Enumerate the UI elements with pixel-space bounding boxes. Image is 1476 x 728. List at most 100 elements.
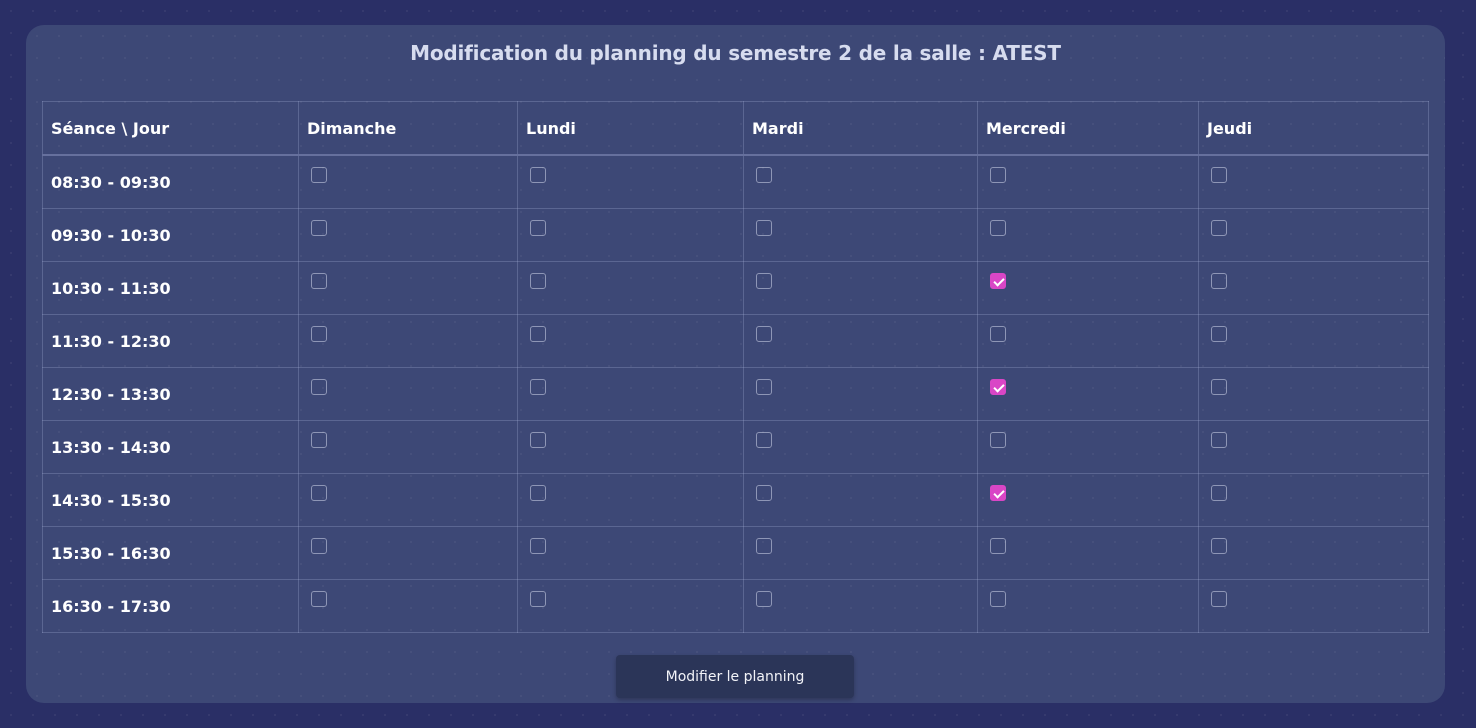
- slot-cell-lundi: [517, 261, 744, 315]
- session-time-label: 14:30 - 15:30: [42, 473, 299, 527]
- slot-checkbox[interactable]: [311, 167, 327, 183]
- slot-cell-mardi: [743, 367, 978, 421]
- slot-checkbox[interactable]: [756, 591, 772, 607]
- slot-checkbox[interactable]: [1211, 591, 1227, 607]
- session-time-label: 15:30 - 16:30: [42, 526, 299, 580]
- slot-checkbox[interactable]: [311, 379, 327, 395]
- slot-checkbox[interactable]: [756, 167, 772, 183]
- slot-cell-mercredi: [977, 261, 1199, 315]
- slot-checkbox[interactable]: [311, 273, 327, 289]
- slot-cell-dimanche: [298, 154, 518, 209]
- slot-cell-lundi: [517, 420, 744, 474]
- slot-checkbox[interactable]: [1211, 432, 1227, 448]
- slot-checkbox[interactable]: [990, 538, 1006, 554]
- slot-checkbox[interactable]: [1211, 167, 1227, 183]
- table-row: 12:30 - 13:30: [42, 367, 1429, 421]
- slot-cell-mardi: [743, 579, 978, 633]
- slot-cell-dimanche: [298, 420, 518, 474]
- modify-planning-button[interactable]: Modifier le planning: [616, 655, 854, 698]
- table-row: 08:30 - 09:30: [42, 154, 1429, 209]
- slot-checkbox[interactable]: [990, 220, 1006, 236]
- slot-cell-jeudi: [1198, 314, 1429, 368]
- slot-cell-mardi: [743, 314, 978, 368]
- session-time-label: 12:30 - 13:30: [42, 367, 299, 421]
- slot-checkbox[interactable]: [1211, 326, 1227, 342]
- planning-card: Modification du planning du semestre 2 d…: [26, 25, 1445, 703]
- slot-cell-mardi: [743, 154, 978, 209]
- session-time-label: 08:30 - 09:30: [42, 154, 299, 209]
- session-time-label: 16:30 - 17:30: [42, 579, 299, 633]
- slot-checkbox[interactable]: [530, 485, 546, 501]
- slot-checkbox[interactable]: [756, 432, 772, 448]
- slot-checkbox[interactable]: [311, 538, 327, 554]
- slot-cell-dimanche: [298, 208, 518, 262]
- slot-checkbox[interactable]: [311, 485, 327, 501]
- table-row: 11:30 - 12:30: [42, 314, 1429, 368]
- slot-checkbox[interactable]: [990, 379, 1006, 395]
- planning-table: Séance \ Jour Dimanche Lundi Mardi Mercr…: [42, 101, 1429, 633]
- slot-cell-mercredi: [977, 420, 1199, 474]
- slot-cell-dimanche: [298, 526, 518, 580]
- slot-checkbox[interactable]: [756, 220, 772, 236]
- page-title: Modification du planning du semestre 2 d…: [410, 41, 1061, 65]
- slot-checkbox[interactable]: [311, 220, 327, 236]
- slot-cell-dimanche: [298, 261, 518, 315]
- day-header-mercredi: Mercredi: [977, 101, 1199, 156]
- slot-cell-lundi: [517, 367, 744, 421]
- slot-cell-jeudi: [1198, 579, 1429, 633]
- slot-checkbox[interactable]: [530, 538, 546, 554]
- slot-checkbox[interactable]: [530, 591, 546, 607]
- slot-checkbox[interactable]: [530, 167, 546, 183]
- slot-checkbox[interactable]: [990, 326, 1006, 342]
- slot-cell-dimanche: [298, 579, 518, 633]
- slot-checkbox[interactable]: [756, 538, 772, 554]
- slot-checkbox[interactable]: [311, 326, 327, 342]
- table-row: 10:30 - 11:30: [42, 261, 1429, 315]
- session-time-label: 13:30 - 14:30: [42, 420, 299, 474]
- slot-checkbox[interactable]: [1211, 220, 1227, 236]
- slot-checkbox[interactable]: [1211, 485, 1227, 501]
- table-row: 13:30 - 14:30: [42, 420, 1429, 474]
- slot-cell-jeudi: [1198, 473, 1429, 527]
- slot-cell-lundi: [517, 526, 744, 580]
- slot-checkbox[interactable]: [990, 432, 1006, 448]
- slot-checkbox[interactable]: [756, 485, 772, 501]
- slot-checkbox[interactable]: [990, 485, 1006, 501]
- corner-header: Séance \ Jour: [42, 101, 299, 156]
- slot-cell-dimanche: [298, 473, 518, 527]
- slot-cell-mercredi: [977, 473, 1199, 527]
- slot-checkbox[interactable]: [530, 379, 546, 395]
- table-row: 15:30 - 16:30: [42, 526, 1429, 580]
- slot-checkbox[interactable]: [311, 432, 327, 448]
- slot-cell-mardi: [743, 526, 978, 580]
- slot-cell-dimanche: [298, 314, 518, 368]
- slot-cell-jeudi: [1198, 367, 1429, 421]
- day-header-mardi: Mardi: [743, 101, 978, 156]
- slot-cell-mercredi: [977, 526, 1199, 580]
- slot-cell-mardi: [743, 261, 978, 315]
- table-row: 09:30 - 10:30: [42, 208, 1429, 262]
- slot-checkbox[interactable]: [756, 379, 772, 395]
- slot-checkbox[interactable]: [756, 273, 772, 289]
- slot-cell-dimanche: [298, 367, 518, 421]
- slot-checkbox[interactable]: [990, 591, 1006, 607]
- slot-checkbox[interactable]: [756, 326, 772, 342]
- table-row: 16:30 - 17:30: [42, 579, 1429, 633]
- slot-checkbox[interactable]: [311, 591, 327, 607]
- table-header-row: Séance \ Jour Dimanche Lundi Mardi Mercr…: [42, 101, 1429, 156]
- table-row: 14:30 - 15:30: [42, 473, 1429, 527]
- session-time-label: 10:30 - 11:30: [42, 261, 299, 315]
- slot-cell-mardi: [743, 420, 978, 474]
- slot-cell-mercredi: [977, 579, 1199, 633]
- session-time-label: 09:30 - 10:30: [42, 208, 299, 262]
- slot-checkbox[interactable]: [1211, 379, 1227, 395]
- slot-cell-mercredi: [977, 154, 1199, 209]
- slot-checkbox[interactable]: [530, 220, 546, 236]
- slot-checkbox[interactable]: [530, 326, 546, 342]
- slot-checkbox[interactable]: [530, 432, 546, 448]
- slot-checkbox[interactable]: [990, 167, 1006, 183]
- slot-checkbox[interactable]: [1211, 273, 1227, 289]
- slot-checkbox[interactable]: [990, 273, 1006, 289]
- slot-checkbox[interactable]: [530, 273, 546, 289]
- slot-checkbox[interactable]: [1211, 538, 1227, 554]
